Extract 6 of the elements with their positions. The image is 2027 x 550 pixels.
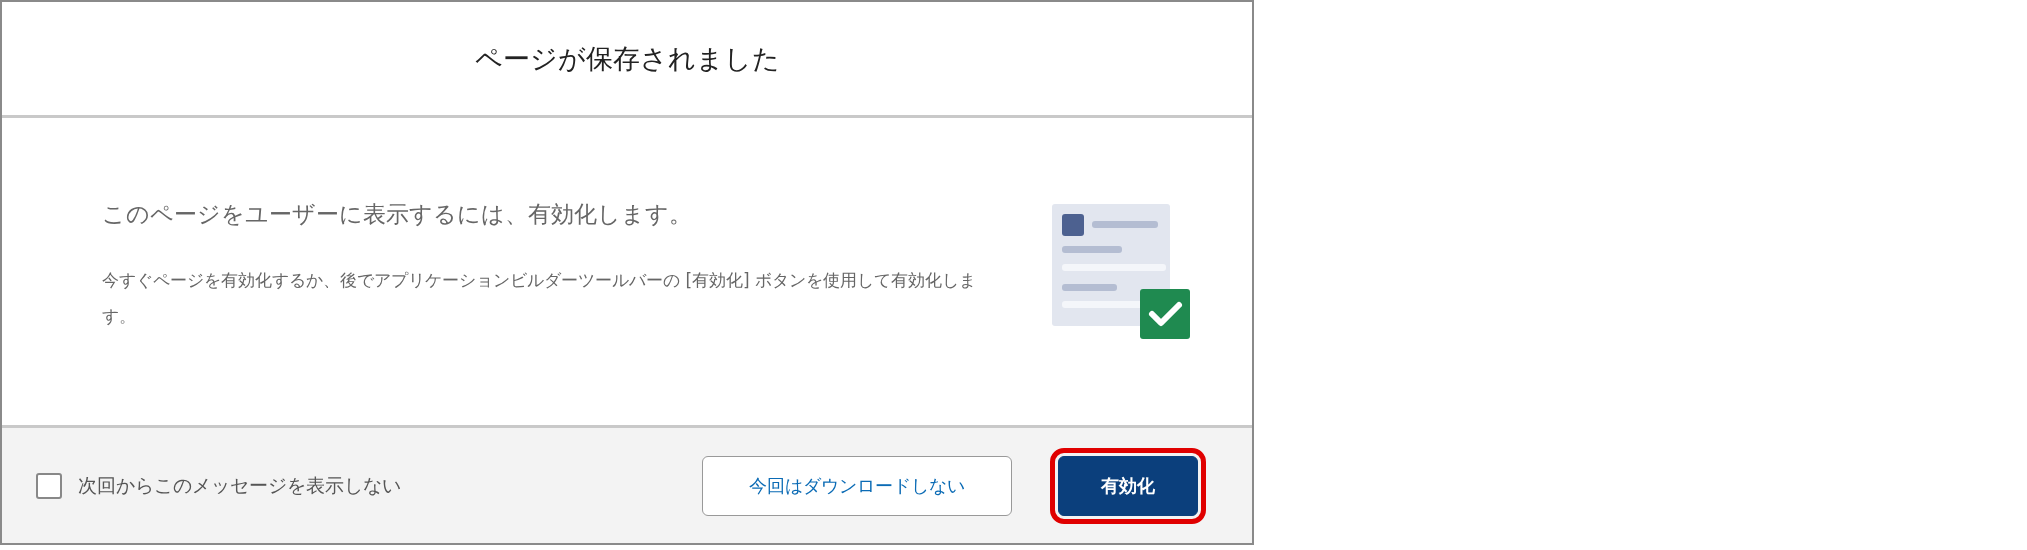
dialog-title: ページが保存されました bbox=[474, 41, 780, 76]
message-heading: このページをユーザーに表示するには、有効化します。 bbox=[102, 200, 693, 229]
checkbox[interactable] bbox=[36, 472, 62, 499]
secondary-button[interactable]: 今回はダウンロードしない bbox=[702, 455, 1012, 516]
checkbox-label: 次回からこのメッセージを表示しない bbox=[78, 472, 402, 498]
message-description: 今すぐページを有効化するか、後でアプリケーションビルダーツールバーの [有効化] ボタンを使用して有効化します。 bbox=[102, 269, 978, 328]
